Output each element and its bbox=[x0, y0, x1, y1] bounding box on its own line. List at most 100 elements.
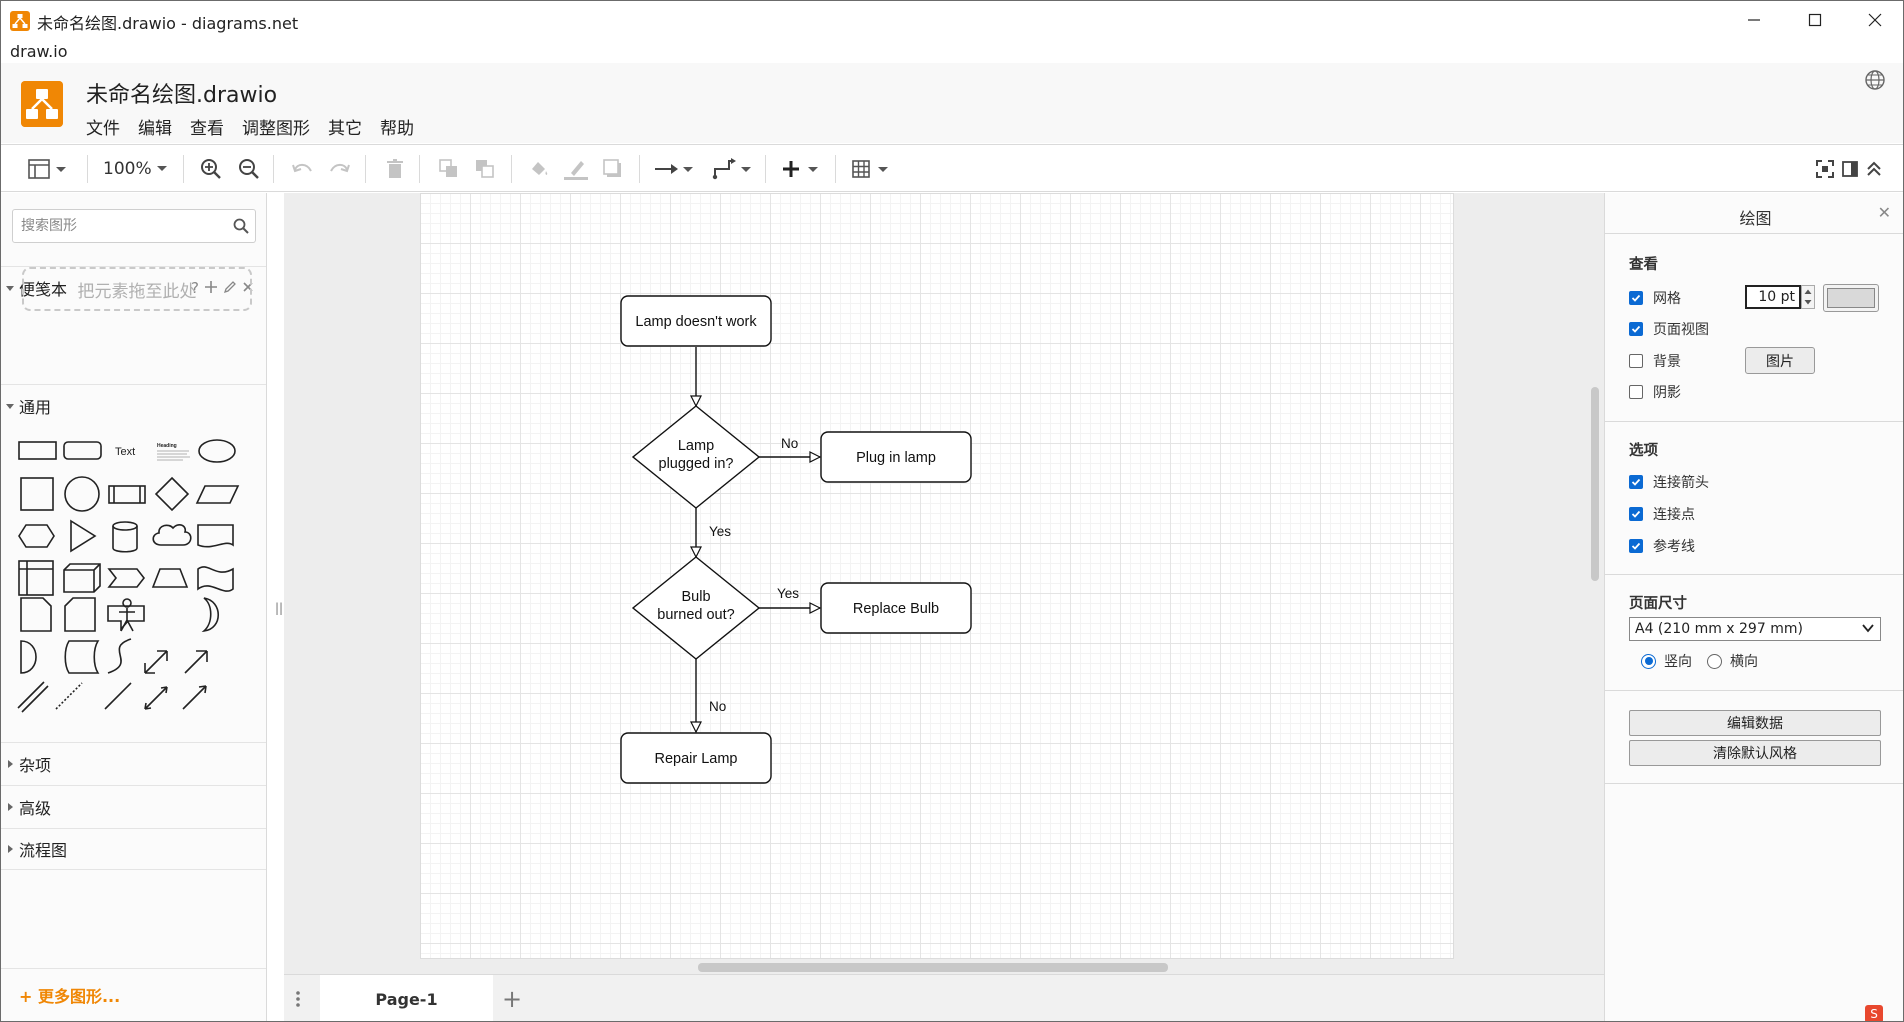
landscape-option[interactable]: 横向 bbox=[1707, 651, 1758, 671]
search-icon[interactable] bbox=[233, 218, 249, 234]
heading-shape[interactable]: Heading bbox=[157, 443, 190, 461]
grid-checkbox[interactable] bbox=[1629, 291, 1643, 305]
circle-shape[interactable] bbox=[64, 476, 100, 512]
fullscreen-button[interactable] bbox=[1815, 157, 1835, 181]
maximize-button[interactable] bbox=[1786, 1, 1844, 39]
portrait-option[interactable]: 竖向 bbox=[1641, 651, 1692, 671]
grid-option[interactable]: 网格 bbox=[1629, 288, 1681, 308]
clear-default-style-button[interactable]: 清除默认风格 bbox=[1629, 740, 1881, 766]
shadow-checkbox[interactable] bbox=[1629, 385, 1643, 399]
guides-option[interactable]: 参考线 bbox=[1629, 536, 1695, 556]
note-shape[interactable] bbox=[20, 597, 52, 632]
parallelogram-shape[interactable] bbox=[195, 485, 240, 504]
or-shape[interactable] bbox=[201, 597, 219, 633]
general-header[interactable]: 通用 bbox=[1, 384, 266, 426]
fill-color-button[interactable] bbox=[527, 157, 551, 181]
zoom-dropdown[interactable]: 100% bbox=[103, 157, 172, 181]
redo-button[interactable] bbox=[327, 157, 351, 181]
cube-shape[interactable] bbox=[63, 563, 101, 593]
menu-file[interactable]: 文件 bbox=[86, 114, 129, 139]
delay-shape[interactable] bbox=[20, 640, 37, 674]
diamond-shape[interactable] bbox=[154, 476, 190, 512]
triangle-shape[interactable] bbox=[70, 519, 97, 553]
flowchart-header[interactable]: 流程图 bbox=[1, 828, 266, 870]
minimize-button[interactable] bbox=[1725, 1, 1783, 39]
tape-shape[interactable] bbox=[197, 566, 234, 592]
misc-header[interactable]: 杂项 bbox=[1, 742, 266, 784]
internal-storage-shape[interactable] bbox=[18, 560, 54, 596]
delete-button[interactable] bbox=[383, 157, 407, 181]
format-panel-toggle[interactable] bbox=[27, 157, 69, 181]
waypoints-dropdown[interactable] bbox=[711, 157, 753, 181]
connection-style-dropdown[interactable] bbox=[653, 157, 695, 181]
hexagon-shape[interactable] bbox=[18, 524, 55, 548]
bidirectional-arrow-shape[interactable] bbox=[144, 650, 168, 674]
connection-arrows-option[interactable]: 连接箭头 bbox=[1629, 472, 1709, 492]
step-shape[interactable] bbox=[107, 568, 146, 588]
card-shape[interactable] bbox=[64, 597, 96, 632]
page-area[interactable]: Lamp doesn't work Lamp plugged in? Plug … bbox=[420, 193, 1454, 959]
more-shapes-link[interactable]: + 更多图形... bbox=[19, 983, 120, 1007]
undo-button[interactable] bbox=[291, 157, 315, 181]
document-title[interactable]: 未命名绘图.drawio bbox=[86, 77, 277, 109]
process-shape[interactable] bbox=[108, 485, 146, 504]
connection-arrows-checkbox[interactable] bbox=[1629, 475, 1643, 489]
table-dropdown[interactable] bbox=[851, 157, 893, 181]
collapse-toolbar-button[interactable] bbox=[1865, 157, 1883, 181]
bidirectional-connector-shape[interactable] bbox=[144, 686, 168, 710]
arrow-shape[interactable] bbox=[184, 650, 208, 674]
horizontal-scrollbar[interactable] bbox=[698, 963, 1168, 972]
portrait-radio[interactable] bbox=[1641, 653, 1656, 669]
grid-size-input[interactable]: 10 pt bbox=[1745, 285, 1801, 309]
scratchpad-dropzone[interactable]: 把元素拖至此处 bbox=[22, 267, 252, 311]
connection-points-option[interactable]: 连接点 bbox=[1629, 504, 1695, 524]
grid-size-spinner[interactable] bbox=[1801, 285, 1815, 309]
guides-checkbox[interactable] bbox=[1629, 539, 1643, 553]
connection-points-checkbox[interactable] bbox=[1629, 507, 1643, 521]
search-input[interactable] bbox=[13, 210, 213, 242]
curve-shape[interactable] bbox=[107, 638, 132, 674]
line-shape[interactable] bbox=[104, 682, 132, 710]
callout-shape[interactable] bbox=[107, 605, 145, 632]
page-view-checkbox[interactable] bbox=[1629, 322, 1643, 336]
trapezoid-shape[interactable] bbox=[151, 568, 189, 588]
tab-page-1[interactable]: Page-1 bbox=[320, 975, 493, 1021]
landscape-radio[interactable] bbox=[1707, 653, 1722, 669]
background-checkbox[interactable] bbox=[1629, 354, 1643, 368]
advanced-header[interactable]: 高级 bbox=[1, 785, 266, 827]
menu-view[interactable]: 查看 bbox=[190, 114, 233, 139]
diagram-canvas[interactable]: Lamp doesn't work Lamp plugged in? Plug … bbox=[284, 193, 1604, 974]
rectangle-shape[interactable] bbox=[18, 441, 57, 460]
globe-icon[interactable] bbox=[1864, 69, 1886, 91]
background-image-button[interactable]: 图片 bbox=[1745, 347, 1815, 374]
rounded-rectangle-shape[interactable] bbox=[63, 441, 102, 460]
insert-dropdown[interactable] bbox=[781, 157, 823, 181]
dashed-line-shape[interactable] bbox=[55, 682, 83, 710]
page-size-select[interactable]: A4 (210 mm x 297 mm) bbox=[1629, 617, 1881, 641]
square-shape[interactable] bbox=[20, 477, 54, 511]
sidebar-resize-handle[interactable]: || bbox=[275, 601, 283, 615]
link-shape[interactable] bbox=[17, 681, 49, 713]
document-shape[interactable] bbox=[197, 524, 234, 548]
shadow-button[interactable] bbox=[601, 157, 625, 181]
page-menu-icon[interactable] bbox=[294, 989, 302, 1009]
data-storage-shape[interactable] bbox=[64, 640, 100, 674]
page-view-option[interactable]: 页面视图 bbox=[1629, 319, 1709, 339]
ellipse-shape[interactable] bbox=[198, 439, 236, 463]
menu-extras[interactable]: 其它 bbox=[328, 114, 371, 139]
to-back-button[interactable] bbox=[473, 157, 497, 181]
line-color-button[interactable] bbox=[563, 157, 589, 181]
format-toggle-button[interactable] bbox=[1841, 157, 1859, 181]
zoom-in-button[interactable] bbox=[199, 157, 223, 181]
add-page-button[interactable]: + bbox=[502, 985, 522, 1013]
grid-color-button[interactable] bbox=[1823, 284, 1879, 312]
menu-edit[interactable]: 编辑 bbox=[138, 114, 181, 139]
background-option[interactable]: 背景 bbox=[1629, 351, 1681, 371]
close-window-button[interactable] bbox=[1846, 1, 1903, 39]
cylinder-shape[interactable] bbox=[112, 521, 138, 553]
text-shape[interactable]: Text bbox=[115, 446, 135, 458]
zoom-out-button[interactable] bbox=[237, 157, 261, 181]
menu-help[interactable]: 帮助 bbox=[380, 114, 423, 139]
drawio-logo[interactable] bbox=[21, 81, 63, 127]
panel-close-button[interactable]: ✕ bbox=[1878, 203, 1891, 222]
